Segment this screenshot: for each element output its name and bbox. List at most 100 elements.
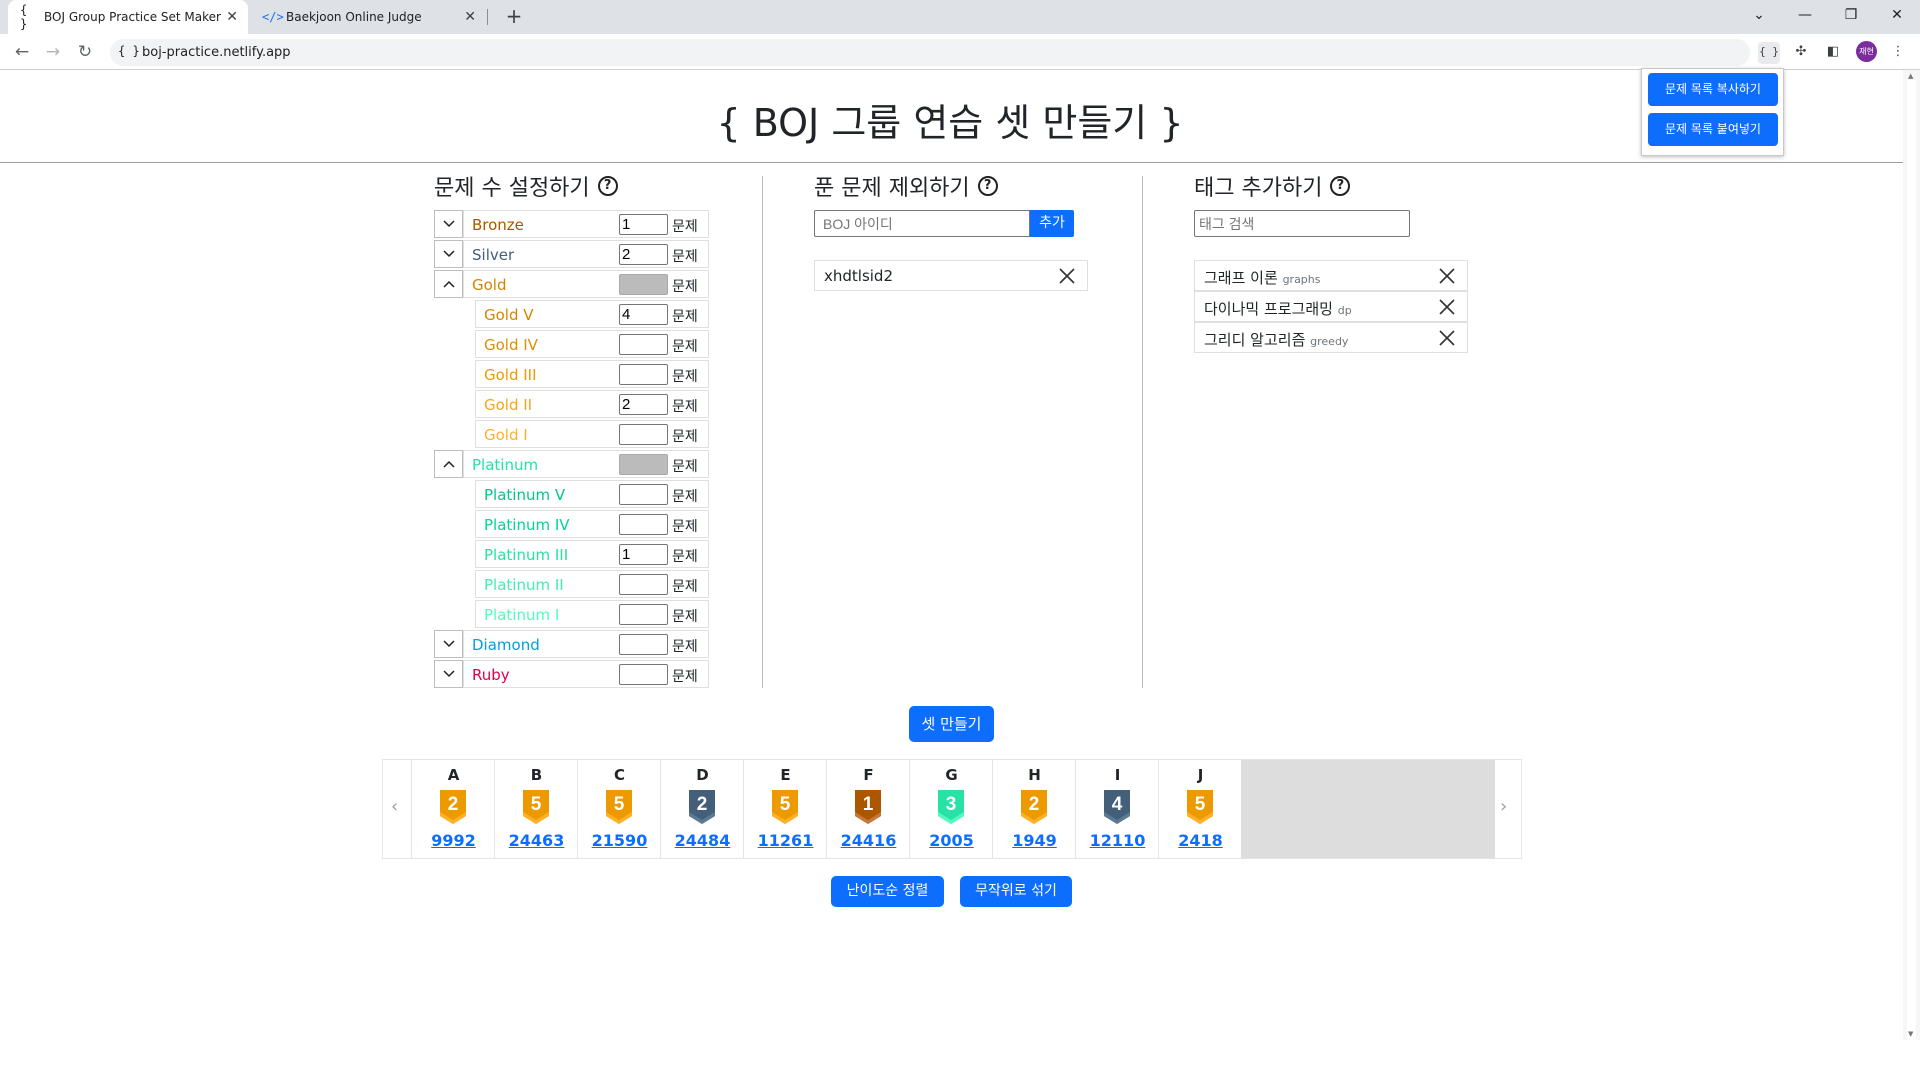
gold-iv-count-input[interactable] [619,334,668,355]
silver-expand-toggle[interactable] [434,240,463,268]
problem-id-link[interactable]: 21590 [578,831,661,850]
help-icon[interactable]: ? [597,176,618,196]
scroll-thumb[interactable] [1907,80,1916,1090]
avatar[interactable]: 재현 [1856,41,1877,62]
back-button[interactable]: ← [10,40,34,64]
heading-text: 문제 수 설정하기 [434,176,590,201]
make-set-button[interactable]: 셋 만들기 [909,706,994,742]
problem-carousel: ‹ A 2 9992 B 5 24463 C 5 21590 D 2 24484 E 5 11261 F 1 24… [382,759,1522,859]
tab-title: BOJ Group Practice Set Maker [44,10,221,24]
unit-label: 문제 [672,339,698,355]
problem-letter: G [945,766,958,784]
ruby-expand-toggle[interactable] [434,660,463,688]
chevron-left-icon[interactable]: ‹ [391,796,398,817]
tier-label: Diamond [472,636,540,654]
url-text[interactable]: boj-practice.netlify.app [142,45,291,60]
shuffle-button[interactable]: 무작위로 섞기 [960,876,1072,907]
gold-iii-count-input[interactable] [619,364,668,385]
tier-label: Gold IV [484,336,538,354]
tier-row-silver: Silver 문제 [463,240,709,268]
gold-ii-count-input[interactable] [619,394,668,415]
problem-id-link[interactable]: 2005 [910,831,993,850]
scroll-down-icon[interactable]: ▼ [1908,1030,1913,1038]
close-icon[interactable] [1439,299,1455,315]
problem-card: D 2 24484 [660,760,743,858]
problem-id-link[interactable]: 9992 [412,831,495,850]
close-icon[interactable] [1439,330,1455,346]
tier-label: Platinum V [484,486,566,504]
unit-label: 문제 [672,249,698,265]
problem-id-link[interactable]: 24484 [661,831,744,850]
sort-by-difficulty-button[interactable]: 난이도순 정렬 [831,876,944,907]
restore-button[interactable]: ❐ [1828,0,1874,30]
platinum-v-count-input[interactable] [619,484,668,505]
problem-id-link[interactable]: 2418 [1159,831,1242,850]
menu-kebab-icon[interactable]: ⋮ [1887,42,1909,64]
chevron-up-icon [442,460,455,468]
scroll-up-icon[interactable]: ▲ [1908,72,1913,80]
tier-level: 5 [780,794,791,815]
boj-id-input[interactable] [814,210,1030,237]
bronze-expand-toggle[interactable] [434,210,463,238]
close-window-button[interactable]: ✕ [1874,0,1920,30]
platinum-iv-count-input[interactable] [619,514,668,535]
chevron-down-icon [442,670,455,678]
problem-letter: F [863,766,874,784]
gold-i-count-input[interactable] [619,424,668,445]
platinum-iii-count-input[interactable] [619,544,668,565]
problem-letter: D [696,766,709,784]
chevron-right-icon[interactable]: › [1500,796,1507,817]
problem-id-link[interactable]: 11261 [744,831,827,850]
tag-chip: 그래프 이론 graphs [1194,260,1468,291]
silver-count-input[interactable] [619,244,668,265]
page-scrollbar[interactable]: ▲ ▼ [1903,70,1920,1090]
user-id: xhdtlsid2 [824,267,894,285]
platinum-collapse-toggle[interactable] [434,450,463,478]
problem-id-link[interactable]: 1949 [993,831,1076,850]
bronze-count-input[interactable] [619,214,668,235]
tab-boj-practice[interactable]: { } BOJ Group Practice Set Maker ✕ [8,0,248,34]
problem-card: I 4 12110 [1075,760,1158,858]
forward-button[interactable]: → [41,40,65,64]
tag-key: graphs [1282,273,1321,286]
minimize-button[interactable]: — [1782,0,1828,30]
close-icon[interactable]: ✕ [226,9,238,25]
platinum-i-count-input[interactable] [619,604,668,625]
problem-letter: C [613,766,625,784]
side-panel-icon[interactable]: ◧ [1822,42,1844,64]
address-bar[interactable]: { } boj-practice.netlify.app [110,39,1750,66]
ruby-count-input[interactable] [619,664,668,685]
help-icon[interactable]: ? [1330,176,1351,196]
tab-search-button[interactable]: ⌄ [1736,0,1782,30]
problem-card: B 5 24463 [494,760,577,858]
gold-v-count-input[interactable] [619,304,668,325]
chevron-up-icon [442,280,455,288]
tab-title: Baekjoon Online Judge [286,10,422,24]
problem-id-link[interactable]: 24416 [827,831,910,850]
problem-id-link[interactable]: 12110 [1076,831,1159,850]
close-icon[interactable] [1439,268,1455,284]
close-icon[interactable] [1059,268,1075,284]
boj-extension-icon[interactable]: { } [1758,42,1780,64]
heading-text: 태그 추가하기 [1194,176,1323,201]
platinum-ii-count-input[interactable] [619,574,668,595]
diamond-expand-toggle[interactable] [434,630,463,658]
new-tab-button[interactable]: + [500,4,528,30]
problem-letter: E [780,766,791,784]
site-info-icon[interactable]: { } [118,44,140,58]
unit-label: 문제 [672,429,698,445]
problem-id-link[interactable]: 24463 [495,831,578,850]
tag-search-input[interactable] [1194,210,1410,237]
tag-name: 그리디 알고리즘 [1204,331,1306,349]
tier-label: Platinum II [484,576,564,594]
paste-problem-list-button[interactable]: 문제 목록 붙여넣기 [1648,113,1778,146]
diamond-count-input[interactable] [619,634,668,655]
tab-baekjoon[interactable]: </> Baekjoon Online Judge ✕ [250,0,486,34]
gold-collapse-toggle[interactable] [434,270,463,298]
extensions-puzzle-icon[interactable]: ✣ [1790,42,1812,64]
close-icon[interactable]: ✕ [464,9,476,25]
add-user-button[interactable]: 추가 [1030,210,1074,237]
help-icon[interactable]: ? [977,176,998,196]
copy-problem-list-button[interactable]: 문제 목록 복사하기 [1648,73,1778,106]
reload-button[interactable]: ↻ [73,40,97,64]
